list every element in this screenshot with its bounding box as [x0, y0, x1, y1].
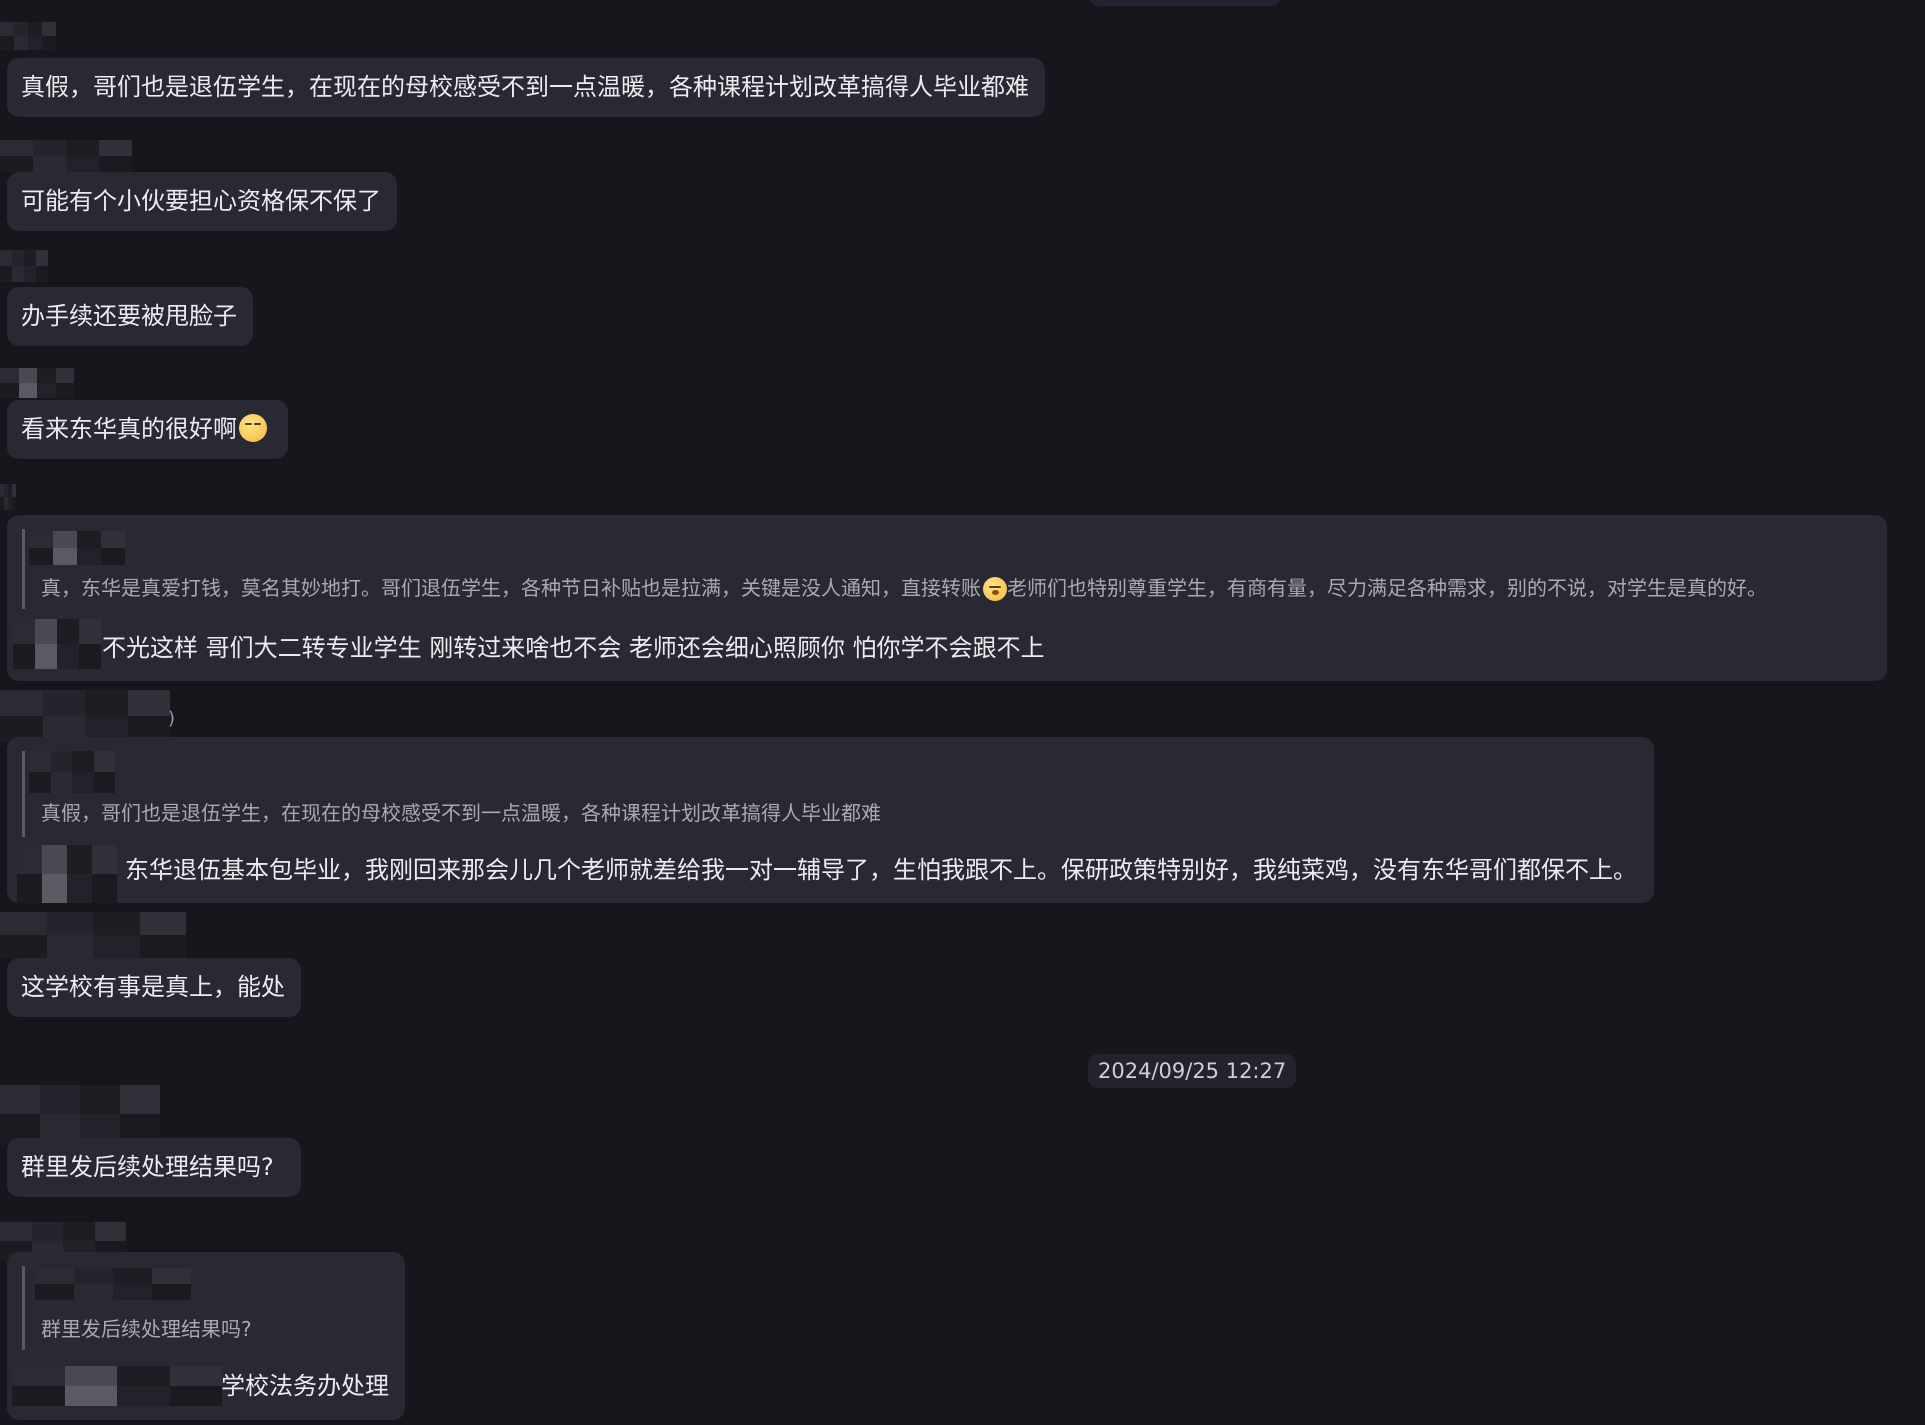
message-bubble[interactable]: 办手续还要被甩脸子	[7, 287, 253, 346]
timestamp-divider: 2024/09/25 12:27	[1088, 1054, 1297, 1088]
reply-sender-redacted	[13, 619, 101, 669]
sender-name-redacted	[0, 484, 16, 510]
reply-sender-redacted	[12, 1366, 222, 1406]
quoted-sender-redacted	[29, 751, 115, 793]
message-text: 办手续还要被甩脸子	[21, 302, 237, 330]
message-text: 看来东华真的很好啊	[21, 415, 237, 443]
timestamp-chip-top	[1090, 0, 1280, 6]
chat-window: 真假，哥们也是退伍学生，在现在的母校感受不到一点温暖，各种课程计划改革搞得人毕业…	[0, 0, 1925, 1425]
sender-name-redacted	[0, 912, 186, 958]
quoted-text: 真，东华是真爱打钱，莫名其妙地打。哥们退伍学生，各种节日补贴也是拉满，关键是没人…	[41, 576, 1767, 601]
message-text: 可能有个小伙要担心资格保不保了	[21, 187, 381, 215]
reply-text: 不光这样 哥们大二转专业学生 刚转过来啥也不会 老师还会细心照顾你 怕你学不会跟…	[102, 634, 1045, 662]
message-text: 真假，哥们也是退伍学生，在现在的母校感受不到一点温暖，各种课程计划改革搞得人毕业…	[21, 73, 1029, 101]
message-bubble[interactable]: 看来东华真的很好啊	[7, 400, 288, 459]
quoted-message[interactable]: 群里发后续处理结果吗?	[22, 1266, 385, 1350]
message-bubble[interactable]: 真假，哥们也是退伍学生，在现在的母校感受不到一点温暖，各种课程计划改革搞得人毕业…	[7, 58, 1045, 117]
quoted-sender-redacted	[35, 1268, 191, 1300]
sender-name-redacted	[0, 140, 132, 172]
message-text: 这学校有事是真上，能处	[21, 973, 285, 1001]
smirk-face-emoji	[239, 414, 267, 442]
reply-sender-redacted	[17, 845, 117, 903]
reply-message-card[interactable]: 真假，哥们也是退伍学生，在现在的母校感受不到一点温暖，各种课程计划改革搞得人毕业…	[7, 737, 1654, 903]
message-bubble[interactable]: 可能有个小伙要担心资格保不保了	[7, 172, 397, 231]
reply-text: 东华退伍基本包毕业，我刚回来那会儿几个老师就差给我一对一辅导了，生怕我跟不上。保…	[125, 856, 1637, 884]
quoted-text: 真假，哥们也是退伍学生，在现在的母校感受不到一点温暖，各种课程计划改革搞得人毕业…	[41, 801, 881, 825]
sender-name-suffix: )	[168, 708, 176, 729]
sender-name-redacted	[0, 690, 170, 742]
message-bubble[interactable]: 这学校有事是真上，能处	[7, 958, 301, 1017]
quoted-message[interactable]: 真假，哥们也是退伍学生，在现在的母校感受不到一点温暖，各种课程计划改革搞得人毕业…	[22, 751, 1625, 837]
sender-name-redacted	[0, 250, 48, 282]
sender-name-redacted	[0, 22, 56, 50]
reply-text: 学校法务办处理	[221, 1372, 389, 1400]
sender-name-redacted	[0, 368, 74, 398]
message-bubble[interactable]: 群里发后续处理结果吗?	[7, 1138, 301, 1197]
kiss-face-emoji	[983, 577, 1007, 601]
quoted-message[interactable]: 真，东华是真爱打钱，莫名其妙地打。哥们退伍学生，各种节日补贴也是拉满，关键是没人…	[22, 529, 1865, 609]
reply-message-card[interactable]: 群里发后续处理结果吗? 学校法务办处理	[7, 1252, 405, 1420]
reply-message-card[interactable]: 真，东华是真爱打钱，莫名其妙地打。哥们退伍学生，各种节日补贴也是拉满，关键是没人…	[7, 515, 1887, 681]
quoted-sender-redacted	[29, 531, 125, 565]
quoted-text: 群里发后续处理结果吗?	[41, 1317, 252, 1341]
sender-name-redacted	[0, 1085, 160, 1143]
message-text: 群里发后续处理结果吗?	[21, 1153, 274, 1181]
